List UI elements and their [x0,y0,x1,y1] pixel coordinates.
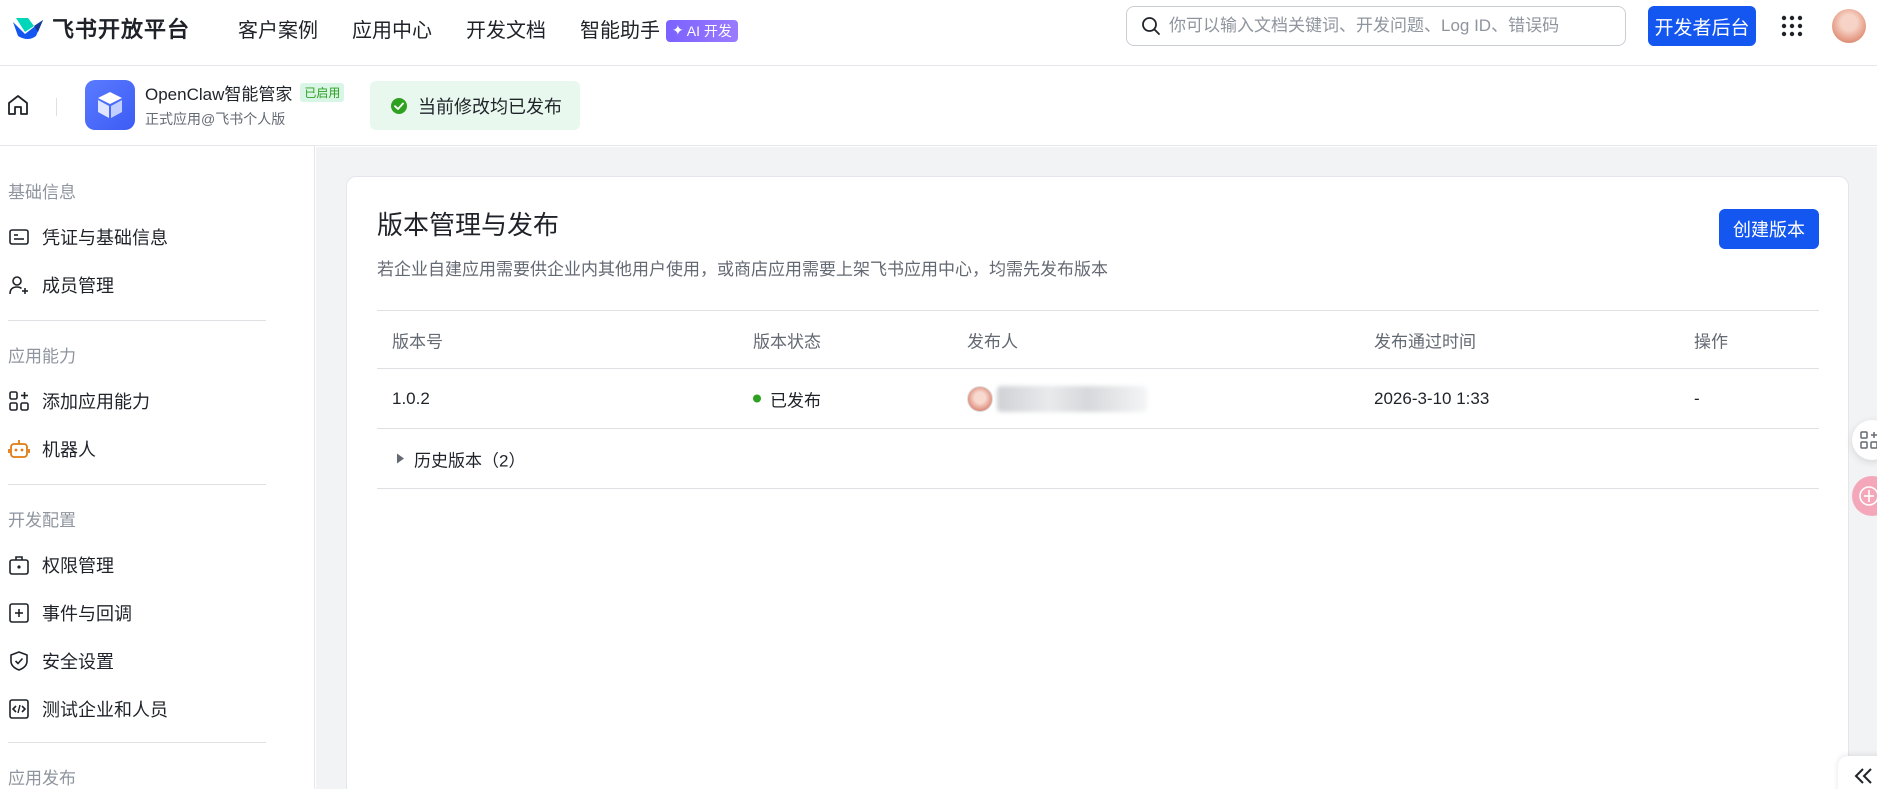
sidebar-item-security[interactable]: 安全设置 [8,648,114,674]
sidebar-item-label: 安全设置 [42,652,114,672]
nav-link-docs[interactable]: 开发文档 [466,14,546,43]
shield-icon [10,651,28,671]
collapse-panel-button[interactable] [1838,756,1877,789]
sidebar-divider [8,742,266,743]
brand[interactable]: 飞书开放平台 [10,12,190,44]
sidebar-section-publish: 应用发布 [8,769,76,788]
sidebar-item-credentials[interactable]: 凭证与基础信息 [8,224,168,250]
publish-status-banner: 当前修改均已发布 [370,81,580,130]
history-row: 历史版本（2） [397,446,525,471]
ai-badge: ✦ AI 开发 [666,19,738,42]
sidebar-item-add-capability[interactable]: 添加应用能力 [8,388,150,414]
col-publisher: 发布人 [967,332,1018,351]
sidebar-divider [8,484,266,485]
sidebar-item-label: 权限管理 [42,556,114,576]
avatar [967,385,993,412]
version-status-label: 已发布 [770,391,821,410]
app-name-row: OpenClaw智能管家 已启用 [145,80,345,105]
col-status: 版本状态 [753,332,821,351]
status-dot [753,394,761,403]
sidebar-item-label: 测试企业和人员 [42,700,168,720]
nav-link-assistant[interactable]: 智能助手 ✦ AI 开发 [580,14,738,43]
sidebar-divider [8,320,266,321]
app-header-bar: OpenClaw智能管家 已启用 正式应用@飞书个人版 当前修改均已发布 [0,66,1877,146]
sidebar-item-permissions[interactable]: 权限管理 [8,552,114,578]
nav-links: 客户案例 应用中心 开发文档 智能助手 ✦ AI 开发 [238,14,738,43]
caret-right-icon [397,453,404,464]
search-box[interactable] [1126,6,1626,46]
sidebar-section-basic: 基础信息 [8,183,76,202]
history-versions-toggle[interactable]: 历史版本（2） [377,429,1819,489]
create-version-button[interactable]: 创建版本 [1719,209,1819,249]
add-user-icon [9,276,28,295]
divider [56,98,57,116]
search-icon [1142,17,1160,35]
robot-icon [8,440,30,458]
publish-status-text: 当前修改均已发布 [418,96,562,117]
brand-name: 飞书开放平台 [52,17,191,42]
col-version: 版本号 [392,332,443,351]
page-description: 若企业自建应用需要供企业内其他用户使用，或商店应用需要上架飞书应用中心，均需先发… [377,260,1108,279]
event-add-icon [9,603,29,623]
widgets-icon [9,391,29,411]
publisher [967,385,1147,412]
widgets-icon [1860,431,1877,449]
sidebar-item-label: 机器人 [42,440,96,460]
ai-badge-label: AI 开发 [686,22,732,39]
check-circle-icon [391,97,407,114]
top-navigation: 飞书开放平台 客户案例 应用中心 开发文档 智能助手 ✦AI 开发 开发者后台 [0,0,1877,66]
sidebar-item-label: 凭证与基础信息 [42,228,168,248]
version-management-card: 版本管理与发布 若企业自建应用需要供企业内其他用户使用，或商店应用需要上架飞书应… [346,176,1849,789]
page-title: 版本管理与发布 [377,210,560,240]
briefcase-icon [9,556,29,575]
nav-link-cases[interactable]: 客户案例 [238,14,318,43]
history-label: 历史版本（2） [414,451,526,470]
sidebar-item-bot[interactable]: 机器人 [8,436,96,462]
sidebar-item-label: 添加应用能力 [42,392,150,412]
developer-console-button[interactable]: 开发者后台 [1648,6,1756,46]
sidebar: 基础信息 凭证与基础信息 成员管理 应用能力 添加应用能力 机器人 开发配置 权… [0,146,315,789]
version-table: 版本号 版本状态 发布人 发布通过时间 操作 1.0.2 已发布 2026-3-… [377,310,1819,489]
id-card-icon [9,229,29,245]
status-badge: 已启用 [300,83,345,102]
sidebar-item-test-enterprise[interactable]: 测试企业和人员 [8,696,168,722]
home-icon[interactable] [6,93,30,117]
sidebar-item-label: 事件与回调 [42,604,132,624]
app-name: OpenClaw智能管家 [145,85,293,104]
app-icon [85,80,135,130]
row-action: - [1694,388,1700,408]
user-avatar[interactable] [1832,9,1866,43]
cube-icon [98,92,122,118]
sparkle-icon: ✦ [672,22,684,38]
nav-link-assistant-label: 智能助手 [580,20,660,42]
code-icon [9,699,29,719]
app-grid-icon[interactable] [1780,14,1804,38]
publisher-name-redacted [997,385,1147,412]
sidebar-item-members[interactable]: 成员管理 [8,272,114,298]
sidebar-item-events[interactable]: 事件与回调 [8,600,132,626]
col-actions: 操作 [1694,332,1728,351]
table-header: 版本号 版本状态 发布人 发布通过时间 操作 [377,310,1819,369]
table-row[interactable]: 1.0.2 已发布 2026-3-10 1:33 - [377,369,1819,429]
translate-icon [1859,486,1877,506]
search-input[interactable] [1169,16,1609,36]
sidebar-item-label: 成员管理 [42,276,114,296]
version-status: 已发布 [753,386,821,411]
feishu-logo-icon [13,18,43,39]
sidebar-section-capabilities: 应用能力 [8,347,76,366]
approved-time: 2026-3-10 1:33 [1374,388,1490,408]
version-number: 1.0.2 [392,388,430,408]
nav-link-app-center[interactable]: 应用中心 [352,14,432,43]
double-chevron-left-icon [1854,768,1872,784]
sidebar-section-dev-config: 开发配置 [8,511,76,530]
col-approved-time: 发布通过时间 [1374,332,1476,351]
app-subtitle: 正式应用@飞书个人版 [145,111,286,127]
